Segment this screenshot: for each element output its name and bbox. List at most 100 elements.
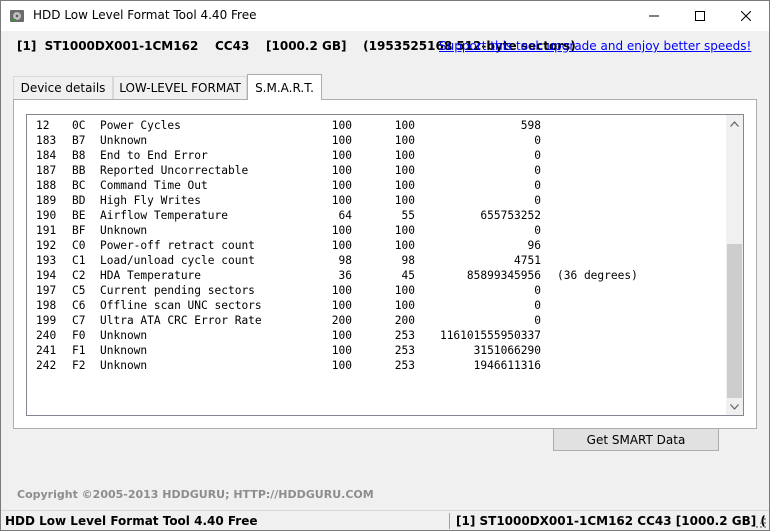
close-button[interactable] <box>723 1 769 31</box>
attribute-id: 241 <box>36 344 57 357</box>
status-bar: HDD Low Level Format Tool 4.40 Free [1] … <box>1 510 769 530</box>
tab-device-details[interactable]: Device details <box>13 76 113 99</box>
attribute-name: HDA Temperature <box>100 269 202 282</box>
attribute-raw: 85899345956 <box>466 269 541 282</box>
minimize-button[interactable] <box>631 1 677 31</box>
attribute-value: 98 <box>338 254 352 267</box>
attribute-hex: BB <box>72 164 86 177</box>
smart-row[interactable]: 184 B8 End to End Error 100 100 0 <box>27 148 725 163</box>
attribute-value: 100 <box>331 344 352 357</box>
attribute-value: 100 <box>331 284 352 297</box>
smart-row[interactable]: 183 B7 Unknown 100 100 0 <box>27 133 725 148</box>
attribute-hex: C6 <box>72 299 86 312</box>
smart-row[interactable]: 199 C7 Ultra ATA CRC Error Rate 200 200 0 <box>27 313 725 328</box>
smart-row[interactable]: 240 F0 Unknown 100 253 116101555950337 <box>27 328 725 343</box>
attribute-value: 100 <box>331 359 352 372</box>
smart-rows: 12 0C Power Cycles 100 100 598 183 B7 Unknown 100… <box>27 118 725 373</box>
smart-row[interactable]: 241 F1 Unknown 100 253 3151066290 <box>27 343 725 358</box>
hdd-app-icon <box>9 8 25 24</box>
attribute-value: 100 <box>331 224 352 237</box>
attribute-id: 187 <box>36 164 57 177</box>
attribute-worst: 55 <box>401 209 415 222</box>
smart-row[interactable]: 189 BD High Fly Writes 100 100 0 <box>27 193 725 208</box>
smart-row[interactable]: 188 BC Command Time Out 100 100 0 <box>27 178 725 193</box>
attribute-id: 188 <box>36 179 57 192</box>
attribute-name: High Fly Writes <box>100 194 202 207</box>
scroll-up-arrow-icon[interactable] <box>726 115 743 132</box>
status-divider <box>449 513 450 529</box>
smart-row[interactable]: 242 F2 Unknown 100 253 1946611316 <box>27 358 725 373</box>
smart-row[interactable]: 192 C0 Power-off retract count 100 100 96 <box>27 238 725 253</box>
smart-attributes-list[interactable]: 12 0C Power Cycles 100 100 598 183 B7 Unknown 100… <box>26 114 744 416</box>
attribute-value: 100 <box>331 329 352 342</box>
status-drive-info: [1] ST1000DX001-1CM162 CC43 [1000.2 GB] … <box>456 514 766 528</box>
attribute-raw: 0 <box>534 149 541 162</box>
attribute-note: (36 degrees) <box>557 269 638 282</box>
attribute-id: 189 <box>36 194 57 207</box>
attribute-id: 12 <box>36 119 50 132</box>
attribute-hex: B7 <box>72 134 86 147</box>
attribute-id: 194 <box>36 269 57 282</box>
attribute-hex: C1 <box>72 254 86 267</box>
attribute-worst: 100 <box>394 119 415 132</box>
attribute-raw: 0 <box>534 179 541 192</box>
smart-row[interactable]: 12 0C Power Cycles 100 100 598 <box>27 118 725 133</box>
get-smart-data-button[interactable]: Get SMART Data <box>553 428 719 451</box>
smart-row[interactable]: 190 BE Airflow Temperature 64 55 655753252 <box>27 208 725 223</box>
attribute-raw: 598 <box>520 119 541 132</box>
status-app-name: HDD Low Level Format Tool 4.40 Free <box>5 514 258 528</box>
attribute-value: 200 <box>331 314 352 327</box>
attribute-raw: 0 <box>534 194 541 207</box>
attribute-name: Current pending sectors <box>100 284 255 297</box>
tab-low-level-format[interactable]: LOW-LEVEL FORMAT <box>113 76 247 99</box>
scroll-down-arrow-icon[interactable] <box>726 398 743 415</box>
attribute-raw: 3151066290 <box>473 344 541 357</box>
resize-grip-icon[interactable] <box>756 517 766 528</box>
attribute-hex: F1 <box>72 344 86 357</box>
attribute-name: Power Cycles <box>100 119 181 132</box>
attribute-id: 191 <box>36 224 57 237</box>
attribute-id: 183 <box>36 134 57 147</box>
attribute-id: 242 <box>36 359 57 372</box>
attribute-raw: 0 <box>534 299 541 312</box>
attribute-value: 100 <box>331 134 352 147</box>
attribute-worst: 253 <box>394 344 415 357</box>
maximize-button[interactable] <box>677 1 723 31</box>
smart-row[interactable]: 191 BF Unknown 100 100 0 <box>27 223 725 238</box>
smart-row[interactable]: 194 C2 HDA Temperature 36 45 85899345956 (36 d… <box>27 268 725 283</box>
attribute-raw: 96 <box>527 239 541 252</box>
attribute-worst: 100 <box>394 239 415 252</box>
attribute-name: Airflow Temperature <box>100 209 228 222</box>
title-bar[interactable]: HDD Low Level Format Tool 4.40 Free <box>1 1 769 31</box>
attribute-hex: BC <box>72 179 86 192</box>
support-link[interactable]: Support this tool: upgrade and enjoy bet… <box>439 39 751 53</box>
attribute-value: 100 <box>331 119 352 132</box>
attribute-worst: 45 <box>401 269 415 282</box>
attribute-value: 64 <box>338 209 352 222</box>
attribute-value: 100 <box>331 179 352 192</box>
smart-row[interactable]: 187 BB Reported Uncorrectable 100 100 0 <box>27 163 725 178</box>
vertical-scrollbar[interactable] <box>726 115 743 415</box>
attribute-worst: 200 <box>394 314 415 327</box>
attribute-name: Unknown <box>100 344 148 357</box>
attribute-worst: 100 <box>394 284 415 297</box>
attribute-id: 240 <box>36 329 57 342</box>
window-title: HDD Low Level Format Tool 4.40 Free <box>33 8 257 22</box>
attribute-name: Command Time Out <box>100 179 208 192</box>
attribute-id: 193 <box>36 254 57 267</box>
smart-row[interactable]: 197 C5 Current pending sectors 100 100 0 <box>27 283 725 298</box>
smart-row[interactable]: 198 C6 Offline scan UNC sectors 100 100 0 <box>27 298 725 313</box>
attribute-worst: 100 <box>394 134 415 147</box>
tab-smart[interactable]: S.M.A.R.T. <box>247 74 322 100</box>
smart-row[interactable]: 193 C1 Load/unload cycle count 98 98 4751 <box>27 253 725 268</box>
scrollbar-thumb[interactable] <box>727 244 742 398</box>
attribute-raw: 116101555950337 <box>439 329 541 342</box>
attribute-worst: 100 <box>394 224 415 237</box>
attribute-raw: 0 <box>534 284 541 297</box>
attribute-worst: 100 <box>394 149 415 162</box>
app-window: HDD Low Level Format Tool 4.40 Free [1] … <box>0 0 770 531</box>
attribute-worst: 100 <box>394 194 415 207</box>
attribute-name: Unknown <box>100 329 148 342</box>
attribute-value: 100 <box>331 299 352 312</box>
attribute-raw: 655753252 <box>480 209 541 222</box>
